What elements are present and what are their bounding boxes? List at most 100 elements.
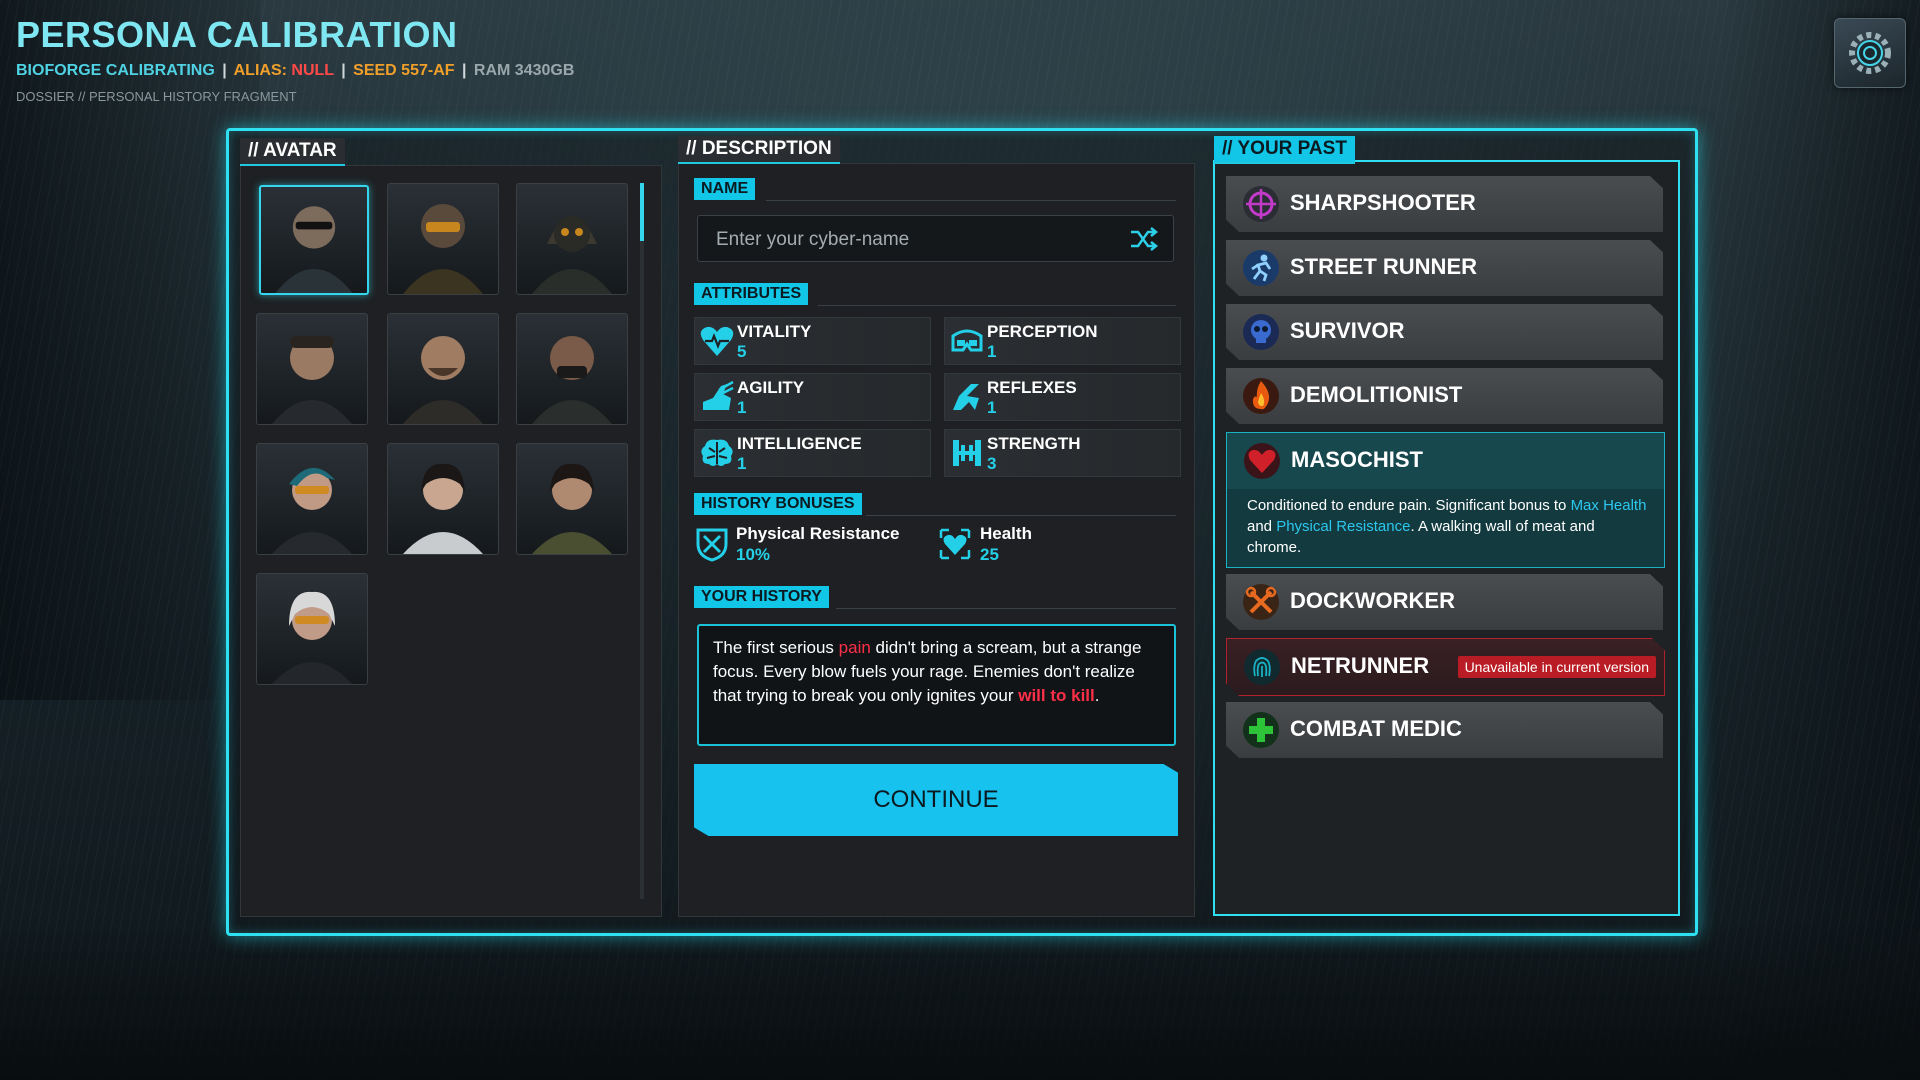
page-title: PERSONA CALIBRATION (16, 14, 458, 55)
avatar-option[interactable] (387, 443, 499, 555)
attribute-value: 1 (987, 398, 997, 417)
past-option-header[interactable]: MASOCHIST (1227, 433, 1664, 489)
wrench-icon (1243, 584, 1279, 620)
bioforge-status: BIOFORGE CALIBRATING (16, 62, 215, 79)
attribute-name: REFLEXES (987, 378, 1077, 397)
portrait-icon (272, 591, 352, 684)
past-option-label: MASOCHIST (1291, 447, 1423, 472)
portrait-icon (403, 336, 483, 424)
unavailable-badge: Unavailable in current version (1457, 656, 1656, 678)
gear-icon (1849, 32, 1891, 74)
avatar-scrollbar[interactable] (640, 183, 644, 899)
history-keyword-pain: pain (838, 638, 871, 657)
divider (866, 515, 1176, 516)
history-text: The first serious pain didn't bring a sc… (713, 636, 1163, 708)
avatar-option[interactable] (387, 183, 499, 295)
physical-resistance-link[interactable]: Physical Resistance (1276, 518, 1410, 535)
past-option-netrunner[interactable]: NETRUNNER Unavailable in current version (1226, 638, 1665, 696)
portrait-icon (532, 463, 612, 554)
avatar-option[interactable] (516, 443, 628, 555)
bonus-name: Health (980, 524, 1032, 543)
bonus-value: 25 (980, 545, 999, 564)
settings-button[interactable] (1834, 18, 1906, 88)
attribute-value: 5 (737, 342, 747, 361)
portrait-icon (403, 204, 483, 294)
past-option-survivor[interactable]: SURVIVOR (1226, 304, 1663, 360)
attribute-strength: STRENGTH 3 (944, 429, 1181, 477)
past-option-dockworker[interactable]: DOCKWORKER (1226, 574, 1663, 630)
past-option-label: DOCKWORKER (1290, 588, 1455, 613)
seed-value: SEED 557-AF (353, 62, 455, 79)
history-text-box: The first serious pain didn't bring a sc… (697, 624, 1176, 746)
max-health-link[interactable]: Max Health (1571, 497, 1647, 514)
bonus-value: 10% (736, 545, 771, 564)
attribute-value: 1 (987, 342, 997, 361)
attribute-name: PERCEPTION (987, 322, 1098, 341)
runner-icon (1243, 250, 1279, 286)
past-option-street-runner[interactable]: STREET RUNNER (1226, 240, 1663, 296)
goggles-icon (951, 329, 983, 352)
avatar-scrollbar-thumb[interactable] (640, 183, 644, 241)
avatar-option[interactable] (387, 313, 499, 425)
attribute-agility: AGILITY 1 (694, 373, 931, 421)
attribute-vitality: VITALITY 5 (694, 317, 931, 365)
attribute-value: 3 (987, 454, 997, 473)
attribute-intelligence: INTELLIGENCE 1 (694, 429, 931, 477)
winged-boot-icon (703, 380, 734, 410)
history-section-label: YOUR HISTORY (694, 586, 829, 608)
attribute-name: INTELLIGENCE (737, 434, 862, 453)
divider (836, 608, 1176, 609)
history-bonuses-section-label: HISTORY BONUSES (694, 493, 862, 515)
history-text-part: The first serious (713, 638, 839, 657)
portrait-icon (272, 467, 352, 554)
attribute-value: 1 (737, 398, 747, 417)
portrait-icon (403, 463, 483, 554)
cyber-name-input[interactable] (714, 216, 1118, 263)
medical-cross-icon (1243, 712, 1279, 748)
avatar-panel-tag: // AVATAR (240, 138, 345, 166)
avatar-option[interactable] (259, 185, 369, 295)
dossier-subtitle: DOSSIER // PERSONAL HISTORY FRAGMENT (16, 89, 297, 104)
attribute-reflexes: REFLEXES 1 (944, 373, 1181, 421)
flame-icon (1243, 378, 1279, 414)
past-option-demolitionist[interactable]: DEMOLITIONIST (1226, 368, 1663, 424)
separator: | (222, 62, 227, 79)
portrait-icon (532, 336, 612, 424)
avatar-option[interactable] (516, 183, 628, 295)
past-option-label: NETRUNNER (1291, 653, 1430, 678)
name-field[interactable] (697, 215, 1174, 263)
separator: | (461, 62, 467, 79)
divider (766, 200, 1176, 201)
history-text-part: . (1094, 686, 1100, 705)
alias-label: ALIAS: (233, 62, 292, 79)
name-section-label: NAME (694, 178, 756, 200)
heart-icon (939, 528, 971, 560)
history-keyword-kill: will to kill (1018, 686, 1095, 705)
heart-pulse-icon (700, 326, 734, 356)
past-option-sharpshooter[interactable]: SHARPSHOOTER (1226, 176, 1663, 232)
past-option-masochist[interactable]: MASOCHIST Conditioned to endure pain. Si… (1226, 432, 1665, 568)
avatar-option[interactable] (256, 573, 368, 685)
past-option-label: SHARPSHOOTER (1290, 190, 1476, 215)
crosshair-icon (1243, 186, 1279, 222)
attribute-perception: PERCEPTION 1 (944, 317, 1181, 365)
heart-icon (1244, 443, 1280, 479)
fingerprint-icon (1244, 649, 1280, 685)
description-panel-tag: // DESCRIPTION (678, 136, 840, 164)
continue-button[interactable]: CONTINUE (694, 764, 1178, 836)
past-option-label: DEMOLITIONIST (1290, 382, 1463, 407)
avatar-option[interactable] (256, 443, 368, 555)
avatar-option[interactable] (516, 313, 628, 425)
shuffle-icon[interactable] (1129, 226, 1159, 252)
brain-icon (701, 439, 733, 466)
avatar-option[interactable] (256, 313, 368, 425)
reflex-icon (953, 384, 979, 410)
alias-value: NULL (291, 62, 334, 79)
attribute-name: AGILITY (737, 378, 805, 397)
past-option-combat-medic[interactable]: COMBAT MEDIC (1226, 702, 1663, 758)
description-text: Conditioned to endure pain. Significant … (1247, 497, 1571, 514)
divider (818, 305, 1176, 306)
portrait-icon (532, 216, 612, 294)
status-line: BIOFORGE CALIBRATING | ALIAS: NULL | SEE… (16, 62, 574, 80)
portrait-icon (275, 206, 353, 293)
